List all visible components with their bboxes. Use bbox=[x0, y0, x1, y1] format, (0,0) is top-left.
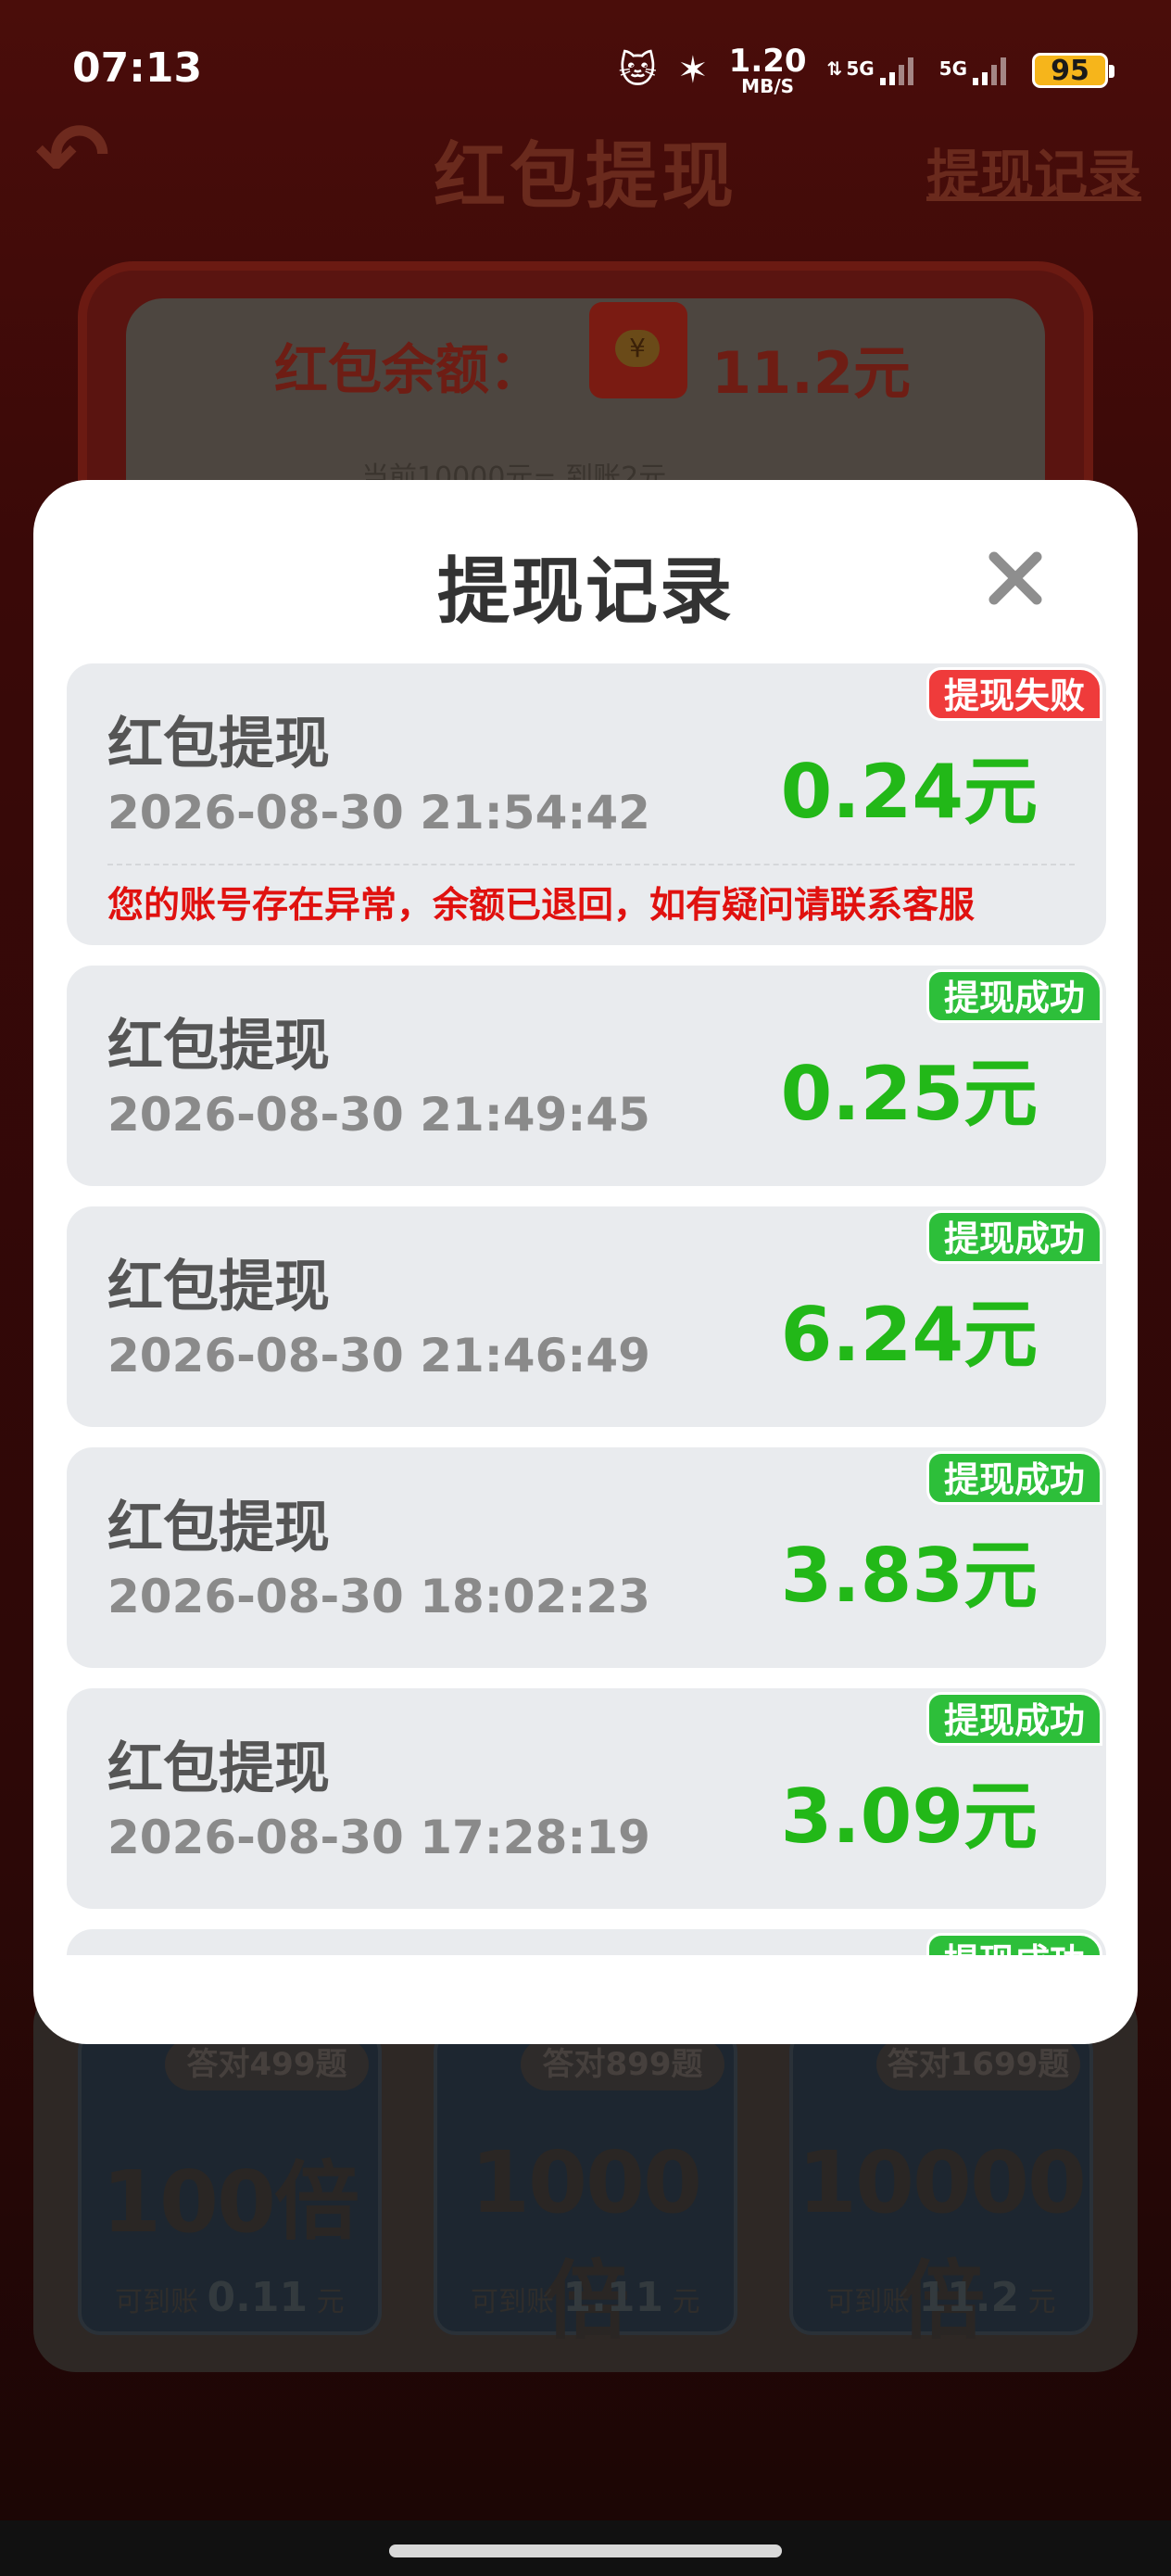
tier-note: 可到账 11.2 元 bbox=[826, 2274, 1056, 2321]
close-button[interactable] bbox=[975, 537, 1056, 619]
tier-card[interactable]: 答对499题 100倍 可到账 0.11 元 bbox=[78, 2029, 382, 2335]
signal-2: 5G bbox=[939, 54, 1012, 87]
record-item[interactable]: 提现成功 bbox=[67, 1929, 1106, 1955]
record-item[interactable]: 红包提现 2026-08-30 17:28:19 3.09元 提现成功 bbox=[67, 1688, 1106, 1909]
tier-note: 可到账 1.11 元 bbox=[471, 2274, 700, 2321]
tier-tag: 答对899题 bbox=[521, 2039, 724, 2090]
tier-multiplier: 100倍 bbox=[101, 2153, 359, 2252]
balance-label: 红包余额： bbox=[274, 338, 544, 401]
home-gesture-bar[interactable] bbox=[389, 2544, 782, 2557]
signal-1: ⇅ 5G bbox=[827, 54, 919, 87]
withdraw-record-link[interactable]: 提现记录 bbox=[926, 132, 1141, 209]
record-title: 红包提现 bbox=[107, 1496, 330, 1560]
data-arrows-icon: ⇅ bbox=[826, 57, 843, 80]
battery-icon: 95 bbox=[1032, 53, 1114, 88]
status-badge: 提现成功 bbox=[925, 969, 1102, 1023]
record-item[interactable]: 红包提现 2026-08-30 18:02:23 3.83元 提现成功 bbox=[67, 1447, 1106, 1668]
record-amount: 3.83元 bbox=[780, 1533, 1038, 1619]
record-error-message: 您的账号存在异常，余额已退回，如有疑问请联系客服 bbox=[107, 885, 976, 927]
record-list[interactable]: 红包提现 2026-08-30 21:54:42 0.24元 提现失败 您的账号… bbox=[67, 663, 1106, 1955]
status-badge: 提现成功 bbox=[925, 1933, 1102, 1955]
record-title: 红包提现 bbox=[107, 1736, 330, 1801]
cat-icon: 🐱 bbox=[618, 49, 658, 92]
tier-tag: 答对499题 bbox=[165, 2039, 369, 2090]
tier-multiplier: 10000倍 bbox=[797, 2133, 1087, 2351]
record-time: 2026-08-30 21:46:49 bbox=[107, 1329, 650, 1383]
record-item[interactable]: 红包提现 2026-08-30 21:46:49 6.24元 提现成功 bbox=[67, 1206, 1106, 1427]
network-speed: 1.20 MB/S bbox=[728, 43, 807, 97]
record-amount: 6.24元 bbox=[780, 1292, 1038, 1378]
status-badge: 提现成功 bbox=[925, 1692, 1102, 1746]
navigation-bar bbox=[0, 2520, 1171, 2576]
status-icons: 🐱 ✶ 1.20 MB/S ⇅ 5G 5G 95 bbox=[618, 43, 1114, 98]
status-badge: 提现成功 bbox=[925, 1451, 1102, 1505]
record-time: 2026-08-30 18:02:23 bbox=[107, 1570, 650, 1623]
signal-icon bbox=[879, 57, 913, 85]
tier-multiplier: 1000倍 bbox=[470, 2133, 702, 2351]
record-time: 2026-08-30 17:28:19 bbox=[107, 1811, 650, 1864]
record-item[interactable]: 红包提现 2026-08-30 21:49:45 0.25元 提现成功 bbox=[67, 966, 1106, 1186]
tier-tag: 答对1699题 bbox=[876, 2039, 1080, 2090]
status-bar: 07:13 🐱 ✶ 1.20 MB/S ⇅ 5G 5G 95 bbox=[0, 37, 1171, 104]
record-amount: 0.25元 bbox=[780, 1051, 1038, 1137]
close-icon[interactable] bbox=[987, 549, 1044, 607]
record-divider bbox=[107, 864, 1075, 865]
record-item[interactable]: 红包提现 2026-08-30 21:54:42 0.24元 提现失败 您的账号… bbox=[67, 663, 1106, 945]
record-amount: 3.09元 bbox=[780, 1774, 1038, 1860]
balance-value: 11.2元 bbox=[711, 339, 911, 407]
record-title: 红包提现 bbox=[107, 1255, 330, 1320]
status-time: 07:13 bbox=[72, 44, 203, 92]
tier-note: 可到账 0.11 元 bbox=[115, 2274, 345, 2321]
status-badge: 提现成功 bbox=[925, 1210, 1102, 1264]
record-time: 2026-08-30 21:49:45 bbox=[107, 1088, 650, 1142]
yuan-coin-icon: ¥ bbox=[615, 330, 660, 367]
record-title: 红包提现 bbox=[107, 712, 330, 777]
tier-card[interactable]: 答对1699题 10000倍 可到账 11.2 元 bbox=[789, 2029, 1093, 2351]
vibrate-icon: ✶ bbox=[677, 49, 709, 92]
signal-icon bbox=[973, 57, 1006, 85]
withdraw-record-modal: 提现记录 红包提现 2026-08-30 21:54:42 0.24元 提现失败… bbox=[33, 480, 1138, 2044]
record-time: 2026-08-30 21:54:42 bbox=[107, 786, 650, 840]
status-badge: 提现失败 bbox=[925, 667, 1102, 721]
modal-title: 提现记录 bbox=[436, 550, 734, 634]
record-amount: 0.24元 bbox=[780, 749, 1038, 835]
tier-card[interactable]: 答对899题 1000倍 可到账 1.11 元 bbox=[434, 2029, 737, 2351]
record-title: 红包提现 bbox=[107, 1014, 330, 1079]
